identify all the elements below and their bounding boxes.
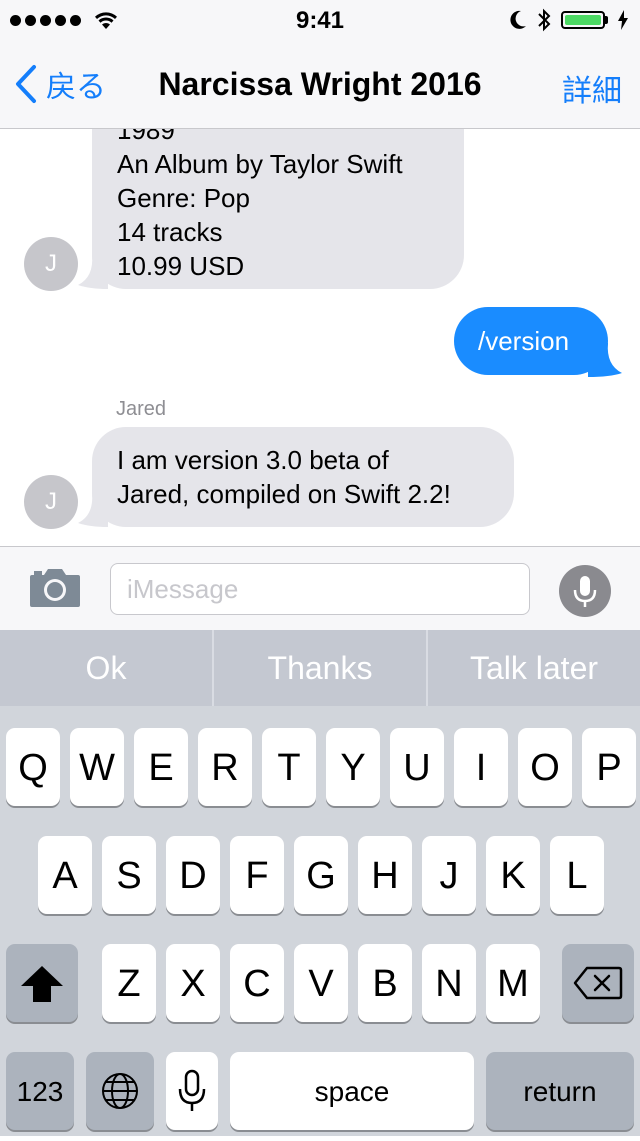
key-k[interactable]: K [486, 836, 540, 914]
key-z[interactable]: Z [102, 944, 156, 1022]
space-key[interactable]: space [230, 1052, 474, 1130]
page-title: Narcissa Wright 2016 [158, 66, 482, 102]
quicktype-bar: Ok Thanks Talk later [0, 630, 640, 706]
nav-bar: 戻る Narcissa Wright 2016 詳細 [0, 40, 640, 129]
message-text: /version [478, 326, 570, 356]
message-line: 1989 [117, 129, 175, 145]
message-line: Jared, compiled on Swift 2.2! [117, 479, 451, 509]
camera-button[interactable] [28, 565, 82, 614]
key-t[interactable]: T [262, 728, 316, 806]
key-o[interactable]: O [518, 728, 572, 806]
bluetooth-icon [538, 8, 551, 32]
key-a[interactable]: A [38, 836, 92, 914]
delete-key[interactable] [562, 944, 634, 1022]
key-i[interactable]: I [454, 728, 508, 806]
message-line: Genre: Pop [117, 183, 250, 213]
key-n[interactable]: N [422, 944, 476, 1022]
return-key[interactable]: return [486, 1052, 634, 1130]
moon-icon [510, 10, 526, 29]
message-line: An Album by Taylor Swift [117, 149, 403, 179]
key-y[interactable]: Y [326, 728, 380, 806]
key-j[interactable]: J [422, 836, 476, 914]
battery-icon [561, 11, 608, 29]
key-p[interactable]: P [582, 728, 636, 806]
message-line: I am version 3.0 beta of [117, 445, 389, 475]
status-right [509, 8, 628, 32]
suggestion-thanks[interactable]: Thanks [214, 630, 426, 706]
key-c[interactable]: C [230, 944, 284, 1022]
microphone-icon [178, 1069, 206, 1111]
dictation-key[interactable] [166, 1052, 218, 1130]
message-input-bar: iMessage [0, 546, 640, 630]
outgoing-message-bubble[interactable]: /version [454, 307, 608, 375]
key-x[interactable]: X [166, 944, 220, 1022]
globe-icon [102, 1073, 138, 1109]
shift-icon [21, 966, 63, 1002]
key-w[interactable]: W [70, 728, 124, 806]
camera-icon [30, 569, 80, 607]
key-l[interactable]: L [550, 836, 604, 914]
avatar[interactable]: J [24, 475, 78, 529]
suggestion-talk-later[interactable]: Talk later [428, 630, 640, 706]
message-line: 14 tracks [117, 217, 223, 247]
key-s[interactable]: S [102, 836, 156, 914]
globe-key[interactable] [86, 1052, 154, 1130]
key-e[interactable]: E [134, 728, 188, 806]
numbers-key[interactable]: 123 [6, 1052, 74, 1130]
incoming-message-bubble[interactable]: 1989 An Album by Taylor Swift Genre: Pop… [92, 129, 464, 289]
key-r[interactable]: R [198, 728, 252, 806]
shift-key[interactable] [6, 944, 78, 1022]
message-input[interactable]: iMessage [110, 563, 530, 615]
avatar[interactable]: J [24, 237, 78, 291]
key-q[interactable]: Q [6, 728, 60, 806]
sender-name: Jared [116, 398, 167, 420]
backspace-icon [573, 966, 623, 1000]
key-d[interactable]: D [166, 836, 220, 914]
key-v[interactable]: V [294, 944, 348, 1022]
key-m[interactable]: M [486, 944, 540, 1022]
key-f[interactable]: F [230, 836, 284, 914]
key-h[interactable]: H [358, 836, 412, 914]
key-g[interactable]: G [294, 836, 348, 914]
keyboard: Q W E R T Y U I O P A S D F G H J K L Z … [0, 706, 640, 1136]
dictation-button[interactable] [559, 565, 611, 617]
status-bar: 9:41 [0, 0, 640, 40]
message-line: 10.99 USD [117, 251, 245, 281]
key-u[interactable]: U [390, 728, 444, 806]
suggestion-ok[interactable]: Ok [0, 630, 212, 706]
details-button[interactable]: 詳細 [562, 66, 622, 110]
key-b[interactable]: B [358, 944, 412, 1022]
incoming-message-bubble[interactable]: I am version 3.0 beta of Jared, compiled… [92, 427, 514, 527]
message-thread[interactable]: 1989 An Album by Taylor Swift Genre: Pop… [0, 129, 640, 546]
microphone-icon [573, 576, 597, 607]
charging-icon [618, 10, 628, 30]
